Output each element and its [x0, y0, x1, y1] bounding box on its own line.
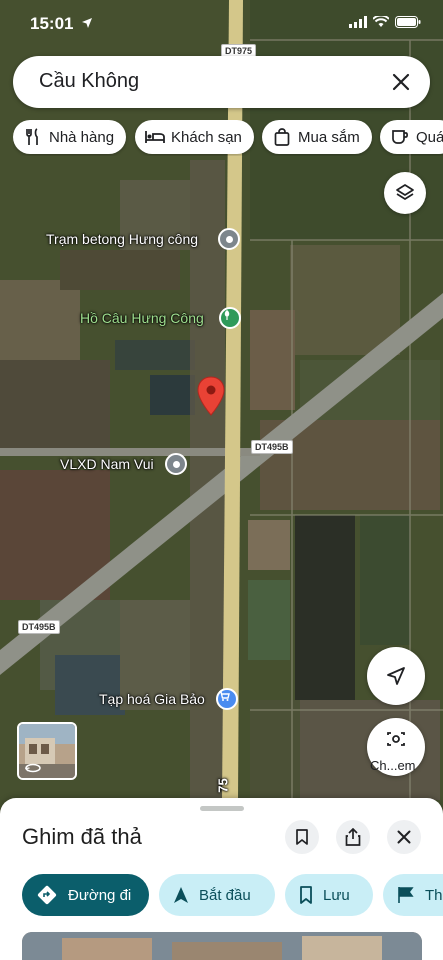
road-shield-dt495b-left: DT495B — [18, 620, 60, 634]
share-button[interactable] — [336, 820, 370, 854]
shopping-bag-icon — [272, 127, 292, 147]
sheet-drag-handle[interactable] — [200, 806, 244, 811]
poi-marker-ho-cau[interactable] — [219, 307, 241, 329]
flag-icon — [398, 887, 414, 903]
category-chips: Nhà hàng Khách sạn Mua sắm Quá — [13, 120, 443, 156]
start-label: Bắt đầu — [199, 886, 251, 904]
close-sheet-button[interactable] — [387, 820, 421, 854]
camera-lens-icon — [387, 732, 405, 746]
location-arrow-icon — [82, 18, 93, 28]
dropped-pin-icon[interactable] — [197, 376, 225, 416]
shopping-cart-icon — [219, 691, 230, 701]
start-navigation-button[interactable]: Bắt đầu — [159, 874, 275, 916]
chip-label: Khách sạn — [171, 128, 242, 146]
close-icon — [397, 830, 411, 844]
layers-button[interactable] — [384, 172, 426, 214]
search-bar[interactable]: Cầu Không — [13, 56, 430, 108]
poi-marker-vlxd[interactable] — [165, 453, 187, 475]
more-label: Th — [425, 886, 443, 904]
poi-label-vlxd[interactable]: VLXD Nam Vui — [60, 456, 154, 472]
poi-label-ho-cau[interactable]: Hồ Câu Hưng Công — [80, 310, 204, 326]
poi-label-tap-hoa[interactable]: Tạp hoá Gia Bảo — [99, 691, 205, 707]
status-icons — [349, 16, 421, 28]
status-time: 15:01 — [30, 14, 93, 34]
navigation-arrow-icon — [387, 667, 405, 685]
navigation-arrow-icon — [174, 887, 188, 903]
close-icon — [392, 73, 410, 91]
save-button[interactable]: Lưu — [285, 874, 373, 916]
bed-icon — [145, 127, 165, 147]
share-icon — [345, 828, 361, 846]
bookmark-icon — [300, 886, 312, 904]
chip-label: Mua sắm — [298, 128, 360, 146]
poi-label-betong[interactable]: Trạm betong Hưng công — [46, 231, 198, 247]
street-view-thumbnail[interactable] — [17, 722, 77, 780]
poi-dot-icon — [172, 460, 180, 468]
my-location-button[interactable] — [367, 647, 425, 705]
search-query[interactable]: Cầu Không — [39, 70, 139, 93]
directions-button[interactable]: Đường đi — [22, 874, 149, 916]
wifi-icon — [373, 16, 389, 27]
layers-icon — [396, 184, 414, 200]
coffee-cup-icon — [390, 127, 410, 147]
rotate-360-icon — [25, 763, 41, 773]
place-photos[interactable] — [22, 932, 422, 960]
signal-icon — [349, 16, 367, 28]
fork-knife-icon — [23, 127, 43, 147]
chip-restaurants[interactable]: Nhà hàng — [13, 120, 127, 154]
poi-dot-icon — [225, 235, 233, 243]
more-actions-button[interactable]: Th — [383, 874, 443, 916]
bookmark-button[interactable] — [285, 820, 319, 854]
chip-shopping[interactable]: Mua sắm — [262, 120, 372, 154]
battery-icon — [395, 16, 421, 28]
chip-label: Quá — [416, 128, 443, 146]
poi-marker-betong[interactable] — [218, 228, 240, 250]
road-shield-dt495b: DT495B — [251, 440, 293, 454]
poi-marker-tap-hoa[interactable] — [216, 688, 238, 710]
sheet-title: Ghim đã thả — [22, 824, 142, 849]
status-bar: 15:01 — [0, 0, 443, 48]
park-tree-icon — [224, 310, 230, 320]
chip-cafes[interactable]: Quá — [380, 120, 443, 154]
chip-label: Nhà hàng — [49, 128, 115, 146]
road-label-75: 75 — [215, 778, 231, 793]
chip-hotels[interactable]: Khách sạn — [135, 120, 254, 154]
clear-search-button[interactable] — [388, 69, 414, 95]
camera-search-caption: Ch...em — [370, 758, 416, 773]
status-time-text: 15:01 — [30, 14, 74, 33]
directions-label: Đường đi — [68, 886, 132, 904]
save-label: Lưu — [323, 886, 350, 904]
place-photo-image — [22, 932, 422, 960]
directions-icon — [37, 885, 57, 905]
sheet-action-row: Đường đi Bắt đầu Lưu Th — [22, 874, 443, 918]
bookmark-icon — [296, 829, 308, 845]
